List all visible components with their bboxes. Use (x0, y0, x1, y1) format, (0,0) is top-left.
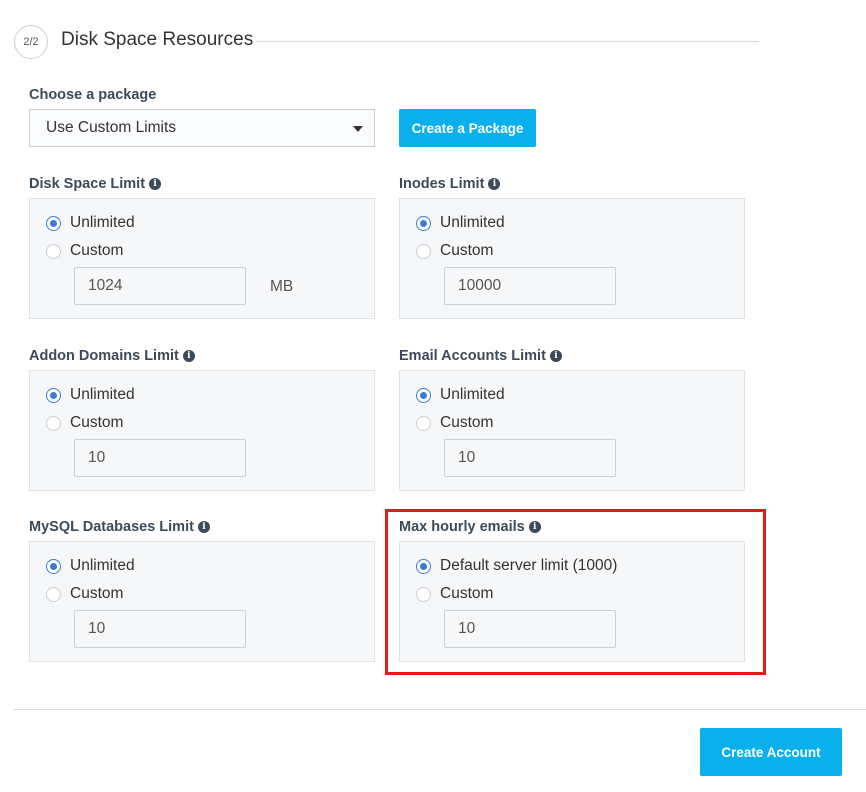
radio-icon[interactable] (46, 586, 61, 602)
addon-domains-limit-label-text: Addon Domains Limit (29, 348, 179, 364)
email-accounts-limit-label-text: Email Accounts Limit (399, 348, 546, 364)
inodes-limit-panel: Unlimited Custom 10000 (399, 198, 745, 319)
package-select[interactable]: Use Custom Limits (29, 109, 375, 147)
radio-selected-icon[interactable] (46, 387, 61, 403)
mysql-databases-custom-option[interactable]: Custom (46, 585, 123, 603)
inodes-input[interactable]: 10000 (444, 267, 616, 305)
option-label: Unlimited (440, 214, 505, 231)
chevron-down-icon (353, 126, 363, 132)
radio-selected-icon[interactable] (416, 558, 431, 574)
option-label: Unlimited (70, 214, 135, 231)
info-circle-icon[interactable]: i (549, 350, 562, 362)
addon-domains-limit-label: Addon Domains Limit i (29, 348, 195, 364)
info-circle-icon[interactable]: i (488, 178, 501, 190)
disk-space-input[interactable]: 1024 (74, 267, 246, 305)
radio-icon[interactable] (416, 243, 431, 259)
option-label: Custom (440, 585, 494, 602)
disk-space-unlimited-option[interactable]: Unlimited (46, 214, 135, 232)
radio-icon[interactable] (46, 243, 61, 259)
footer-divider (14, 709, 866, 710)
email-accounts-limit-panel: Unlimited Custom 10 (399, 370, 745, 491)
option-label: Custom (70, 585, 124, 602)
email-accounts-limit-label: Email Accounts Limit i (399, 348, 562, 364)
inodes-limit-label: Inodes Limit i (399, 176, 501, 192)
mysql-databases-limit-label-text: MySQL Databases Limit (29, 519, 194, 535)
max-hourly-emails-label: Max hourly emails i (399, 519, 541, 535)
disk-space-custom-option[interactable]: Custom (46, 242, 123, 260)
radio-icon[interactable] (416, 586, 431, 602)
step-badge: 2/2 (14, 25, 48, 59)
radio-selected-icon[interactable] (416, 387, 431, 403)
inodes-custom-option[interactable]: Custom (416, 242, 493, 260)
addon-domains-input[interactable]: 10 (74, 439, 246, 477)
info-circle-icon[interactable]: i (149, 178, 162, 190)
info-circle-icon[interactable]: i (197, 521, 210, 533)
info-circle-icon[interactable]: i (182, 350, 195, 362)
max-hourly-emails-custom-option[interactable]: Custom (416, 585, 493, 603)
package-select-value: Use Custom Limits (46, 119, 177, 136)
disk-space-unit: MB (270, 278, 294, 295)
inodes-limit-label-text: Inodes Limit (399, 176, 485, 192)
option-label: Custom (70, 242, 124, 259)
option-label: Unlimited (70, 386, 135, 403)
max-hourly-emails-panel: Default server limit (1000) Custom 10 (399, 541, 745, 662)
package-label: Choose a package (29, 87, 156, 103)
option-label: Custom (440, 242, 494, 259)
inodes-unlimited-option[interactable]: Unlimited (416, 214, 505, 232)
radio-selected-icon[interactable] (46, 215, 61, 231)
option-label: Custom (440, 414, 494, 431)
section-title: Disk Space Resources (61, 29, 254, 50)
mysql-databases-input[interactable]: 10 (74, 610, 246, 648)
disk-space-limit-panel: Unlimited Custom 1024 MB (29, 198, 375, 319)
mysql-databases-limit-label: MySQL Databases Limit i (29, 519, 210, 535)
package-label-text: Choose a package (29, 87, 157, 103)
option-label: Unlimited (440, 386, 505, 403)
info-circle-icon[interactable]: i (528, 521, 541, 533)
option-label: Unlimited (70, 557, 135, 574)
disk-space-limit-label: Disk Space Limit i (29, 176, 162, 192)
radio-selected-icon[interactable] (416, 215, 431, 231)
create-package-button[interactable]: Create a Package (399, 109, 536, 147)
addon-domains-custom-option[interactable]: Custom (46, 414, 123, 432)
email-accounts-input[interactable]: 10 (444, 439, 616, 477)
mysql-databases-unlimited-option[interactable]: Unlimited (46, 557, 135, 575)
max-hourly-emails-input[interactable]: 10 (444, 610, 616, 648)
disk-space-limit-label-text: Disk Space Limit (29, 176, 146, 192)
max-hourly-emails-label-text: Max hourly emails (399, 519, 525, 535)
option-label: Default server limit (1000) (440, 557, 618, 574)
section-divider (256, 41, 759, 42)
radio-selected-icon[interactable] (46, 558, 61, 574)
mysql-databases-limit-panel: Unlimited Custom 10 (29, 541, 375, 662)
addon-domains-limit-panel: Unlimited Custom 10 (29, 370, 375, 491)
radio-icon[interactable] (46, 415, 61, 431)
addon-domains-unlimited-option[interactable]: Unlimited (46, 386, 135, 404)
create-account-button[interactable]: Create Account (700, 728, 842, 776)
email-accounts-custom-option[interactable]: Custom (416, 414, 493, 432)
max-hourly-emails-default-option[interactable]: Default server limit (1000) (416, 557, 617, 575)
email-accounts-unlimited-option[interactable]: Unlimited (416, 386, 505, 404)
option-label: Custom (70, 414, 124, 431)
radio-icon[interactable] (416, 415, 431, 431)
